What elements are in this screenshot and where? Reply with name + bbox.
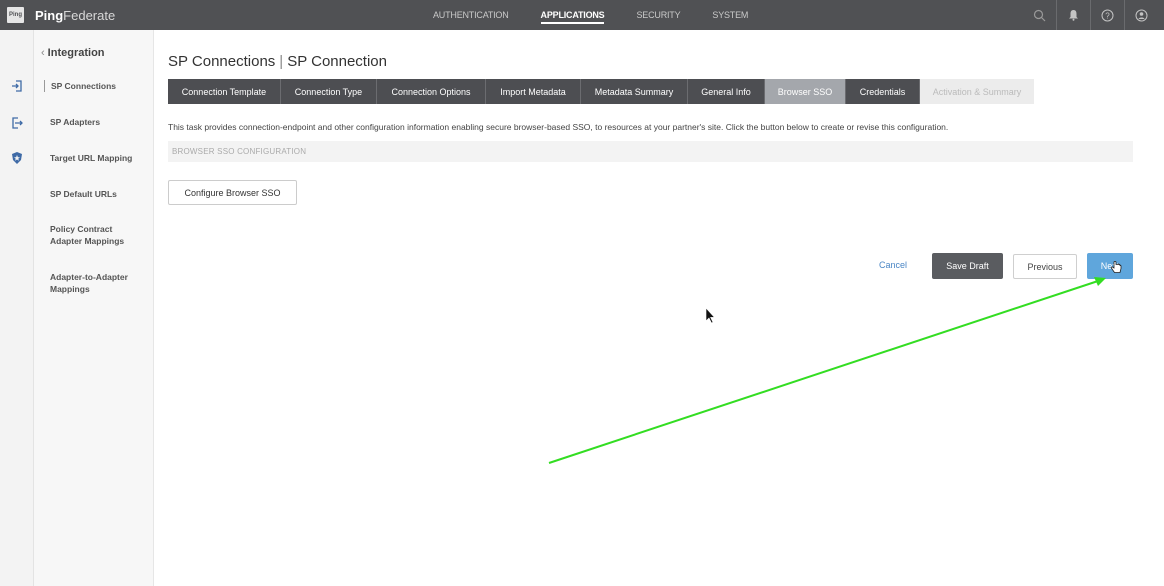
tab-browser-sso[interactable]: Browser SSO (765, 79, 846, 104)
top-icons: ? (1022, 0, 1158, 30)
ping-logo[interactable]: Ping (7, 7, 24, 23)
top-nav: AUTHENTICATION APPLICATIONS SECURITY SYS… (433, 0, 780, 30)
nav-applications[interactable]: APPLICATIONS (540, 10, 605, 24)
section-header-browser-sso: BROWSER SSO CONFIGURATION (168, 141, 1133, 162)
title-sp-connection: SP Connection (287, 53, 387, 70)
tab-import-metadata[interactable]: Import Metadata (486, 79, 581, 104)
mouse-pointer-icon (705, 307, 716, 324)
top-bar: Ping PingFederate AUTHENTICATION APPLICA… (0, 0, 1164, 30)
sidebar: ‹ Integration SP Connections SP Adapters … (34, 30, 154, 586)
nav-security[interactable]: SECURITY (636, 10, 680, 20)
brand-rest: Federate (63, 7, 116, 23)
tab-activation-summary: Activation & Summary (920, 79, 1034, 104)
sidebar-item-sp-connections[interactable]: SP Connections (44, 80, 144, 92)
back-to-integration[interactable]: ‹ Integration (41, 47, 105, 59)
tab-metadata-summary[interactable]: Metadata Summary (581, 79, 688, 104)
brand-bold: Ping (35, 7, 64, 23)
brand-name: PingFederate (35, 8, 115, 23)
nav-authentication[interactable]: AUTHENTICATION (433, 10, 509, 20)
nav-system[interactable]: SYSTEM (712, 10, 748, 20)
tab-connection-template[interactable]: Connection Template (168, 79, 281, 104)
help-icon[interactable]: ? (1090, 0, 1124, 30)
tab-credentials[interactable]: Credentials (846, 79, 920, 104)
back-label: Integration (47, 47, 105, 59)
chevron-left-icon: ‹ (41, 47, 45, 59)
annotation-arrow-line (548, 280, 1099, 464)
user-icon[interactable] (1124, 0, 1158, 30)
svg-text:?: ? (1105, 11, 1110, 20)
save-draft-button[interactable]: Save Draft (932, 253, 1003, 279)
sign-out-icon[interactable] (9, 115, 25, 131)
sidebar-item-target-url-mapping[interactable]: Target URL Mapping (50, 152, 150, 164)
sidebar-item-adapter-to-adapter-mappings[interactable]: Adapter-to-Adapter Mappings (50, 271, 140, 295)
shield-star-icon[interactable] (9, 150, 25, 166)
cancel-button[interactable]: Cancel (879, 260, 907, 270)
sidebar-item-sp-default-urls[interactable]: SP Default URLs (50, 188, 150, 200)
tab-general-info[interactable]: General Info (688, 79, 765, 104)
icon-rail (0, 30, 34, 586)
sidebar-item-sp-adapters[interactable]: SP Adapters (50, 116, 150, 128)
search-icon[interactable] (1022, 0, 1056, 30)
bell-icon[interactable] (1056, 0, 1090, 30)
sidebar-item-policy-contract-adapter-mappings[interactable]: Policy Contract Adapter Mappings (50, 223, 140, 247)
title-sp-connections[interactable]: SP Connections (168, 53, 275, 70)
previous-button[interactable]: Previous (1013, 254, 1077, 279)
title-separator: | (279, 53, 284, 70)
task-description: This task provides connection-endpoint a… (168, 122, 949, 132)
configure-browser-sso-button[interactable]: Configure Browser SSO (168, 180, 297, 205)
page-title: SP Connections | SP Connection (168, 53, 387, 70)
next-button[interactable]: Next (1087, 253, 1133, 279)
sign-in-icon[interactable] (9, 78, 25, 94)
tab-connection-type[interactable]: Connection Type (281, 79, 377, 104)
tab-connection-options[interactable]: Connection Options (377, 79, 486, 104)
wizard-tabs: Connection Template Connection Type Conn… (168, 79, 1034, 104)
